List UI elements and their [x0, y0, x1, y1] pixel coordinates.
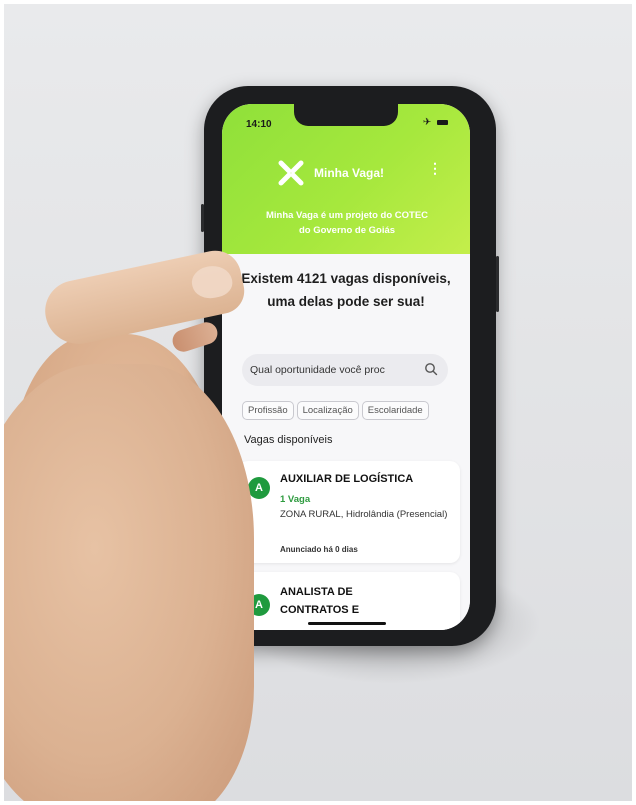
home-indicator: [308, 622, 386, 625]
battery-icon: [437, 119, 448, 125]
hand-palm: [4, 364, 254, 801]
phone-notch: [294, 104, 398, 126]
filter-chip-profissao[interactable]: Profissão: [242, 401, 294, 420]
job-title: ANALISTA DE CONTRATOS E: [280, 586, 360, 616]
header-subtitle: Minha Vaga é um projeto do COTEC do Gove…: [265, 210, 429, 236]
section-title: Vagas disponíveis: [244, 434, 333, 446]
job-vacancies: 1 Vaga: [280, 494, 311, 505]
filter-chips: Profissão Localização Escolaridade: [242, 400, 454, 422]
job-location: ZONA RURAL, Hidrolândia (Presencial): [280, 509, 448, 520]
job-avatar: A: [248, 477, 270, 499]
airplane-icon: ✈: [422, 117, 432, 128]
page-headline: Existem 4121 vagas disponíveis, uma dela…: [241, 271, 451, 309]
search-bar[interactable]: Qual oportunidade você proc: [242, 354, 448, 386]
phone-screen: 14:10 ✈ Minha Vaga! ⋮ Minha Vaga é um pr…: [222, 104, 470, 630]
main-content: Existem 4121 vagas disponíveis, uma dela…: [222, 254, 470, 630]
x-logo-icon: [278, 160, 304, 186]
app-header: 14:10 ✈ Minha Vaga! ⋮ Minha Vaga é um pr…: [222, 104, 470, 254]
app-title: Minha Vaga!: [314, 166, 385, 180]
job-posted: Anunciado há 0 dias: [280, 545, 358, 554]
search-icon[interactable]: [424, 362, 438, 376]
job-title: AUXILIAR DE LOGÍSTICA: [280, 473, 414, 485]
phone-power-button: [496, 256, 499, 312]
phone-side-button: [201, 204, 204, 232]
job-card[interactable]: A AUXILIAR DE LOGÍSTICA 1 Vaga ZONA RURA…: [238, 461, 460, 563]
filter-chip-localizacao[interactable]: Localização: [296, 401, 359, 420]
status-time: 14:10: [246, 119, 272, 130]
photo-background: 14:10 ✈ Minha Vaga! ⋮ Minha Vaga é um pr…: [4, 4, 632, 801]
status-icons: ✈: [423, 117, 448, 128]
filter-chip-escolaridade[interactable]: Escolaridade: [361, 401, 429, 420]
search-input[interactable]: Qual oportunidade você proc: [250, 364, 420, 376]
more-menu-icon[interactable]: ⋮: [428, 160, 442, 177]
